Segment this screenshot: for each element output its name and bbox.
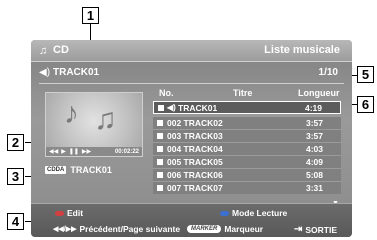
now-playing-track: TRACK01 bbox=[53, 67, 100, 78]
music-note-icon: ♫ bbox=[94, 103, 117, 136]
title-bar: ♫ CD Liste musicale bbox=[31, 40, 352, 62]
track-duration: 3:31 bbox=[305, 183, 323, 193]
disc-info: CDDA TRACK01 bbox=[45, 164, 112, 176]
callout-6: 6 bbox=[357, 96, 374, 113]
checkbox[interactable] bbox=[158, 105, 164, 111]
column-length: Longueur bbox=[298, 88, 340, 98]
callout-1: 1 bbox=[82, 7, 99, 24]
track-row[interactable]: ◀) TRACK01 4:19 bbox=[153, 101, 341, 114]
track-row[interactable]: 003 TRACK03 3:57 bbox=[153, 129, 341, 142]
play-mode-label: Mode Lecture bbox=[232, 208, 288, 218]
track-duration: 5:08 bbox=[305, 170, 323, 180]
exit-hint: ⇥ SORTIE bbox=[294, 224, 337, 235]
track-name: 006 TRACK06 bbox=[167, 170, 223, 180]
help-bar: Edit Mode Lecture ◀◀/▶▶ Précédent/Page s… bbox=[31, 203, 352, 237]
callout-2: 2 bbox=[7, 134, 24, 151]
marker-label: Marqueur bbox=[224, 224, 264, 234]
checkbox[interactable] bbox=[157, 133, 163, 139]
prev-next-label: Précédent/Page suivante bbox=[79, 224, 181, 234]
now-playing-icon: ◀) bbox=[167, 103, 176, 112]
marker-hint: MARKER Marqueur bbox=[187, 224, 263, 234]
exit-label: SORTIE bbox=[305, 224, 338, 235]
track-name: TRACK01 bbox=[178, 103, 218, 113]
music-list-screen: ♫ CD Liste musicale ◀) TRACK01 1/10 ♪ ♫ … bbox=[31, 40, 352, 237]
divider bbox=[39, 83, 344, 84]
track-list-header: No. Titre Longueur bbox=[159, 88, 345, 99]
forward-icon: ▶▶ bbox=[81, 149, 92, 155]
checkbox[interactable] bbox=[157, 146, 163, 152]
playback-control-bar: ◀◀ ▶ ❚❚ ▶▶ 00:02:22 bbox=[46, 147, 142, 156]
track-row[interactable]: 004 TRACK04 4:03 bbox=[153, 142, 341, 155]
pause-icon: ❚❚ bbox=[68, 149, 79, 155]
track-name: 005 TRACK05 bbox=[167, 157, 223, 167]
checkbox[interactable] bbox=[157, 120, 163, 126]
track-row[interactable]: 002 TRACK02 3:57 bbox=[153, 116, 341, 129]
track-duration: 4:19 bbox=[304, 103, 322, 113]
play-mode-hint: Mode Lecture bbox=[220, 208, 287, 218]
exit-icon: ⇥ bbox=[294, 224, 303, 235]
format-badge: CDDA bbox=[45, 166, 67, 174]
rewind-icon: ◀◀ bbox=[49, 149, 59, 155]
checkbox[interactable] bbox=[157, 185, 163, 191]
speaker-icon: ◀) bbox=[39, 67, 51, 78]
checkbox[interactable] bbox=[157, 172, 163, 178]
prev-next-hint: ◀◀/▶▶ Précédent/Page suivante bbox=[53, 224, 180, 234]
edit-label: Edit bbox=[67, 208, 84, 218]
edit-hint: Edit bbox=[55, 208, 83, 218]
track-duration: 3:57 bbox=[305, 131, 323, 141]
checkbox[interactable] bbox=[157, 159, 163, 165]
disc-icon: ♫ bbox=[39, 45, 48, 57]
column-title: Titre bbox=[233, 88, 253, 98]
now-playing-bar: ◀) TRACK01 1/10 bbox=[31, 65, 352, 81]
preview-thumbnail: ♪ ♫ ◀◀ ▶ ❚❚ ▶▶ 00:02:22 bbox=[45, 92, 143, 157]
elapsed-time: 00:02:22 bbox=[114, 148, 139, 155]
page-indicator: 1/10 bbox=[318, 67, 338, 78]
track-name: 007 TRACK07 bbox=[167, 183, 223, 193]
marker-button-icon: MARKER bbox=[187, 225, 222, 233]
track-name: 002 TRACK02 bbox=[167, 118, 223, 128]
track-row[interactable]: 005 TRACK05 4:09 bbox=[153, 155, 341, 168]
music-note-icon: ♪ bbox=[64, 97, 79, 130]
skip-icon: ◀◀/▶▶ bbox=[53, 226, 77, 233]
blue-button-icon bbox=[220, 210, 229, 216]
track-duration: 4:03 bbox=[305, 144, 323, 154]
track-name: 003 TRACK03 bbox=[167, 131, 223, 141]
track-duration: 4:09 bbox=[305, 157, 323, 167]
track-row[interactable]: 006 TRACK06 5:08 bbox=[153, 168, 341, 181]
preview-track-name: TRACK01 bbox=[70, 165, 112, 175]
callout-3: 3 bbox=[7, 168, 24, 185]
callout-5: 5 bbox=[357, 66, 374, 83]
red-button-icon bbox=[55, 210, 64, 216]
play-icon: ▶ bbox=[61, 149, 66, 155]
column-no: No. bbox=[159, 88, 174, 98]
page-title: Liste musicale bbox=[264, 44, 340, 56]
track-row[interactable]: 007 TRACK07 3:31 bbox=[153, 181, 341, 194]
disc-type-label: CD bbox=[53, 44, 69, 56]
callout-4: 4 bbox=[7, 213, 24, 230]
track-name: 004 TRACK04 bbox=[167, 144, 223, 154]
track-duration: 3:57 bbox=[305, 118, 323, 128]
